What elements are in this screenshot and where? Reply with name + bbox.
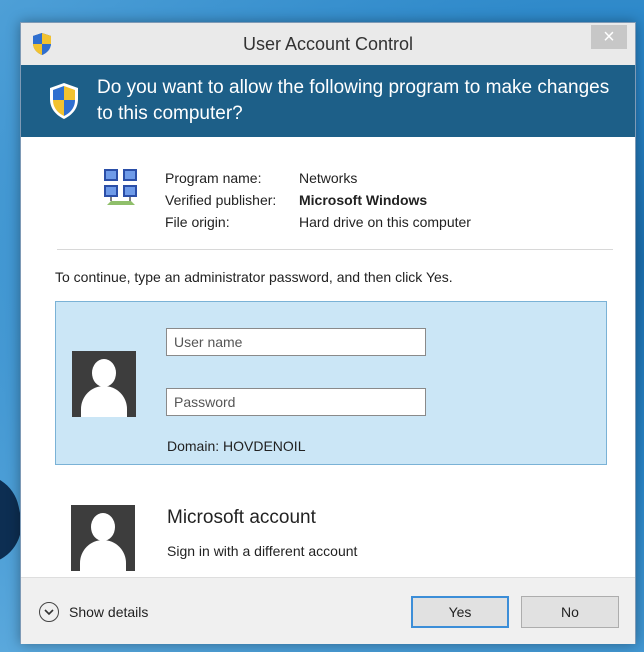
divider xyxy=(57,249,613,250)
admin-account-tile[interactable]: User name Password Domain: HOVDENOIL xyxy=(55,301,607,465)
prompt-question: Do you want to allow the following progr… xyxy=(97,77,610,124)
chevron-down-icon xyxy=(39,602,59,622)
program-name-row: Program name: Networks xyxy=(165,167,471,189)
program-info: Program name: Networks Verified publisher… xyxy=(165,167,471,233)
no-button[interactable]: No xyxy=(521,596,619,628)
show-details-toggle[interactable]: Show details xyxy=(39,600,148,624)
prompt-header: Do you want to allow the following progr… xyxy=(21,65,635,137)
publisher-value: Microsoft Windows xyxy=(299,192,428,208)
dialog-content: Program name: Networks Verified publisher… xyxy=(21,137,635,577)
file-origin-row: File origin: Hard drive on this computer xyxy=(165,211,471,233)
microsoft-account-subtitle[interactable]: Sign in with a different account xyxy=(167,543,357,559)
dialog-footer: Show details Yes No xyxy=(21,577,635,644)
program-name-value: Networks xyxy=(299,170,358,186)
instruction-text: To continue, type an administrator passw… xyxy=(55,269,453,285)
username-field[interactable]: User name xyxy=(166,328,426,356)
close-button[interactable]: × xyxy=(591,25,627,49)
networks-icon xyxy=(104,169,137,205)
file-origin-value: Hard drive on this computer xyxy=(299,214,471,230)
show-details-label: Show details xyxy=(69,604,149,620)
password-field[interactable]: Password xyxy=(166,388,426,416)
title-bar: User Account Control × xyxy=(21,23,635,65)
window-title: User Account Control xyxy=(242,34,414,54)
microsoft-account-title[interactable]: Microsoft account xyxy=(167,507,316,529)
uac-shield-icon xyxy=(50,83,78,119)
publisher-row: Verified publisher: Microsoft Windows xyxy=(165,189,471,211)
uac-dialog: User Account Control × Do you want to al… xyxy=(20,22,636,644)
publisher-label: Verified publisher: xyxy=(165,192,277,208)
program-name-label: Program name: xyxy=(165,170,262,186)
microsoft-account-avatar[interactable] xyxy=(71,505,135,571)
yes-button[interactable]: Yes xyxy=(411,596,509,628)
user-avatar xyxy=(72,351,136,417)
file-origin-label: File origin: xyxy=(165,214,230,230)
domain-label: Domain: HOVDENOIL xyxy=(167,438,306,454)
